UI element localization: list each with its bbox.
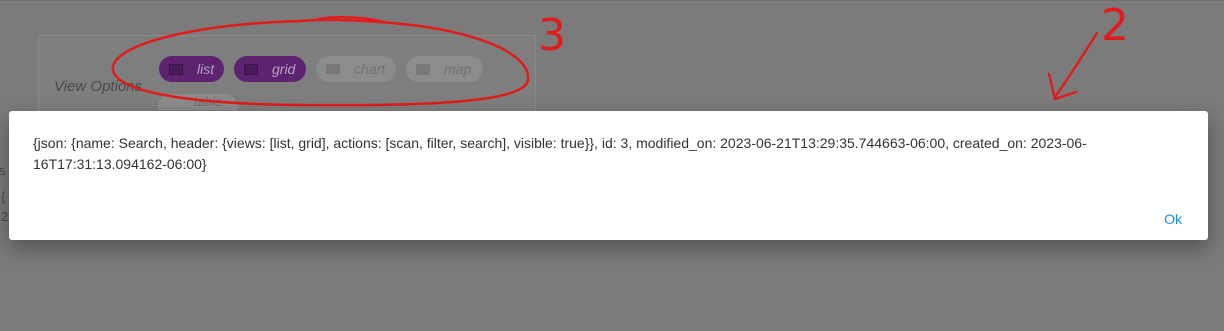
background-text-fragment: 2 <box>1 209 9 224</box>
view-options-label: View Options <box>54 78 143 95</box>
view-chip-grid[interactable]: grid <box>234 56 306 82</box>
map-icon <box>416 63 430 75</box>
view-chip-label: list <box>197 61 215 77</box>
chart-icon <box>326 64 340 74</box>
top-divider <box>0 0 1224 1</box>
view-chip-map[interactable]: map <box>406 56 483 82</box>
list-icon <box>169 63 183 75</box>
annotation-arrowhead <box>1047 72 1078 101</box>
view-chip-label: map <box>444 61 472 77</box>
view-chip-list[interactable]: list <box>159 56 224 82</box>
grid-icon <box>244 63 258 75</box>
view-chip-table[interactable]: table <box>158 94 238 110</box>
annotation-circle-tail <box>316 16 385 24</box>
ok-button[interactable]: Ok <box>1164 211 1182 227</box>
view-chip-label: grid <box>272 61 296 77</box>
background-text-fragment: { <box>1 189 6 204</box>
dialog-message: {json: {name: Search, header: {views: [l… <box>33 135 1087 172</box>
annotation-arrow-line <box>1053 31 1099 99</box>
annotation-number-3: 3 <box>538 10 566 61</box>
background-text-fragment: js <box>0 163 6 178</box>
view-chip-chart[interactable]: chart <box>316 56 396 82</box>
alert-dialog: {json: {name: Search, header: {views: [l… <box>9 111 1208 240</box>
view-chip-label: table <box>194 94 223 109</box>
view-chip-label: chart <box>354 61 386 77</box>
annotation-number-2: 2 <box>1101 0 1129 51</box>
